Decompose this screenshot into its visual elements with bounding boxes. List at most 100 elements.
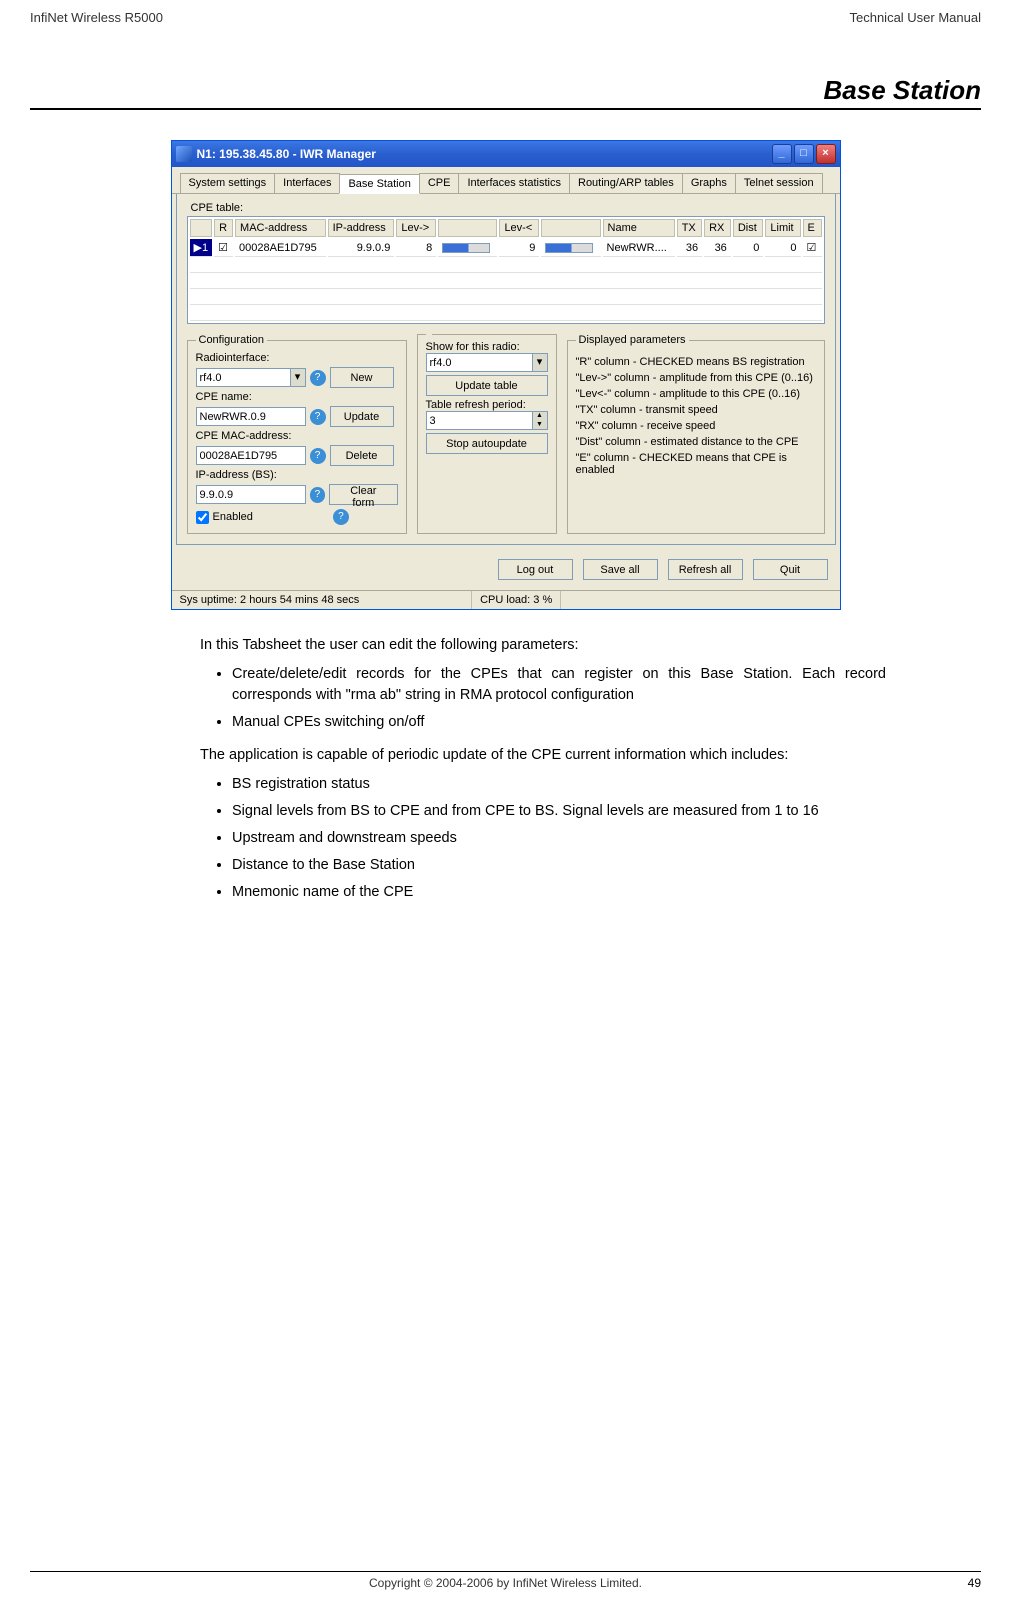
tab-cpe[interactable]: CPE [419, 173, 460, 193]
list-item: BS registration status [232, 774, 886, 795]
help-icon[interactable]: ? [310, 487, 326, 503]
save-all-button[interactable]: Save all [583, 559, 658, 580]
quit-button[interactable]: Quit [753, 559, 828, 580]
list-item: Manual CPEs switching on/off [232, 712, 886, 733]
list-1: Create/delete/edit records for the CPEs … [232, 664, 886, 733]
col-rx[interactable]: RX [704, 219, 731, 237]
ip-input[interactable] [196, 485, 306, 504]
help-icon[interactable]: ? [310, 370, 326, 386]
displayed-legend: Displayed parameters [576, 334, 689, 346]
ip-label: IP-address (BS): [196, 469, 277, 481]
titlebar[interactable]: N1: 195.38.45.80 - IWR Manager _ □ × [172, 141, 840, 167]
refresh-all-button[interactable]: Refresh all [668, 559, 743, 580]
cpe-name-label: CPE name: [196, 391, 252, 403]
update-table-button[interactable]: Update table [426, 375, 548, 396]
list-item: Signal levels from BS to CPE and from CP… [232, 801, 886, 822]
cpe-table-label: CPE table: [191, 202, 825, 214]
tab-body: CPE table: R MAC-address IP-address Lev-… [176, 194, 836, 545]
help-icon[interactable]: ? [310, 448, 326, 464]
table-row[interactable]: ▶1 ☑ 00028AE1D795 9.9.0.9 8 9 NewRWR....… [190, 239, 822, 257]
cell-limit: 0 [765, 239, 800, 257]
help-icon[interactable]: ? [310, 409, 326, 425]
displayed-line: "RX" column - receive speed [576, 420, 816, 432]
tab-interfaces[interactable]: Interfaces [274, 173, 340, 193]
update-button[interactable]: Update [330, 406, 394, 427]
cell-r[interactable]: ☑ [214, 239, 233, 257]
tab-telnet[interactable]: Telnet session [735, 173, 823, 193]
page-footer: Copyright © 2004-2006 by InfiNet Wireles… [30, 1571, 981, 1590]
header-left: InfiNet Wireless R5000 [30, 10, 163, 25]
stop-autoupdate-button[interactable]: Stop autoupdate [426, 433, 548, 454]
tab-system-settings[interactable]: System settings [180, 173, 276, 193]
new-button[interactable]: New [330, 367, 394, 388]
col-ip[interactable]: IP-address [328, 219, 395, 237]
tab-routing[interactable]: Routing/ARP tables [569, 173, 683, 193]
col-tx[interactable]: TX [677, 219, 702, 237]
cell-name: NewRWR.... [603, 239, 675, 257]
col-lev-from[interactable]: Lev-< [499, 219, 539, 237]
col-lev-from-bar[interactable] [541, 219, 600, 237]
list-item: Create/delete/edit records for the CPEs … [232, 664, 886, 706]
displayed-line: "Lev->" column - amplitude from this CPE… [576, 372, 816, 384]
period-spinner[interactable]: 3 ▲▼ [426, 411, 548, 430]
mac-label: CPE MAC-address: [196, 430, 292, 442]
mac-input[interactable] [196, 446, 306, 465]
list-2: BS registration status Signal levels fro… [232, 774, 886, 903]
chevron-down-icon: ▾ [532, 354, 547, 371]
table-header-row: R MAC-address IP-address Lev-> Lev-< Nam… [190, 219, 822, 237]
enabled-label: Enabled [213, 511, 253, 523]
page-number: 49 [968, 1576, 981, 1590]
col-mac[interactable]: MAC-address [235, 219, 326, 237]
col-lev-to-bar[interactable] [438, 219, 497, 237]
show-radio-combo[interactable]: rf4.0▾ [426, 353, 548, 372]
tab-if-stats[interactable]: Interfaces statistics [458, 173, 570, 193]
col-dist[interactable]: Dist [733, 219, 764, 237]
minimize-button[interactable]: _ [772, 144, 792, 164]
delete-button[interactable]: Delete [330, 445, 394, 466]
close-button[interactable]: × [816, 144, 836, 164]
section-title: Base Station [0, 25, 1011, 108]
table-row [190, 259, 822, 273]
radio-combo[interactable]: rf4.0▾ [196, 368, 306, 387]
help-icon[interactable]: ? [333, 509, 349, 525]
cell-tx: 36 [677, 239, 702, 257]
logout-button[interactable]: Log out [498, 559, 573, 580]
col-ind[interactable] [190, 219, 213, 237]
statusbar: Sys uptime: 2 hours 54 mins 48 secs CPU … [172, 590, 840, 609]
col-limit[interactable]: Limit [765, 219, 800, 237]
maximize-button[interactable]: □ [794, 144, 814, 164]
list-item: Upstream and downstream speeds [232, 828, 886, 849]
col-r[interactable]: R [214, 219, 233, 237]
app-icon [176, 146, 192, 162]
cell-lev-to-bar [438, 239, 497, 257]
displayed-line: "R" column - CHECKED means BS registrati… [576, 356, 816, 368]
chevron-up-icon: ▲ [533, 412, 547, 421]
cpe-table: R MAC-address IP-address Lev-> Lev-< Nam… [187, 216, 825, 324]
displayed-line: "E" column - CHECKED means that CPE is e… [576, 452, 816, 476]
tab-graphs[interactable]: Graphs [682, 173, 736, 193]
table-row [190, 307, 822, 321]
chevron-down-icon: ▼ [533, 421, 547, 430]
col-e[interactable]: E [803, 219, 822, 237]
cell-ip: 9.9.0.9 [328, 239, 395, 257]
footer-copyright: Copyright © 2004-2006 by InfiNet Wireles… [30, 1576, 981, 1590]
footer-buttons: Log out Save all Refresh all Quit [172, 549, 840, 590]
body-text: In this Tabsheet the user can edit the f… [200, 635, 886, 903]
displayed-line: "TX" column - transmit speed [576, 404, 816, 416]
col-lev-to[interactable]: Lev-> [396, 219, 436, 237]
col-name[interactable]: Name [603, 219, 675, 237]
displayed-panel: Displayed parameters "R" column - CHECKE… [567, 334, 825, 534]
table-row [190, 291, 822, 305]
tab-base-station[interactable]: Base Station [339, 174, 419, 194]
cell-e[interactable]: ☑ [803, 239, 822, 257]
cell-dist: 0 [733, 239, 764, 257]
clear-button[interactable]: Clear form [329, 484, 397, 505]
row-indicator: ▶1 [190, 239, 213, 257]
cpe-name-input[interactable] [196, 407, 306, 426]
cell-lev-to: 8 [396, 239, 436, 257]
status-cpu: CPU load: 3 % [472, 591, 561, 609]
cell-mac: 00028AE1D795 [235, 239, 326, 257]
list-item: Mnemonic name of the CPE [232, 882, 886, 903]
cell-rx: 36 [704, 239, 731, 257]
enabled-checkbox[interactable] [196, 511, 209, 524]
